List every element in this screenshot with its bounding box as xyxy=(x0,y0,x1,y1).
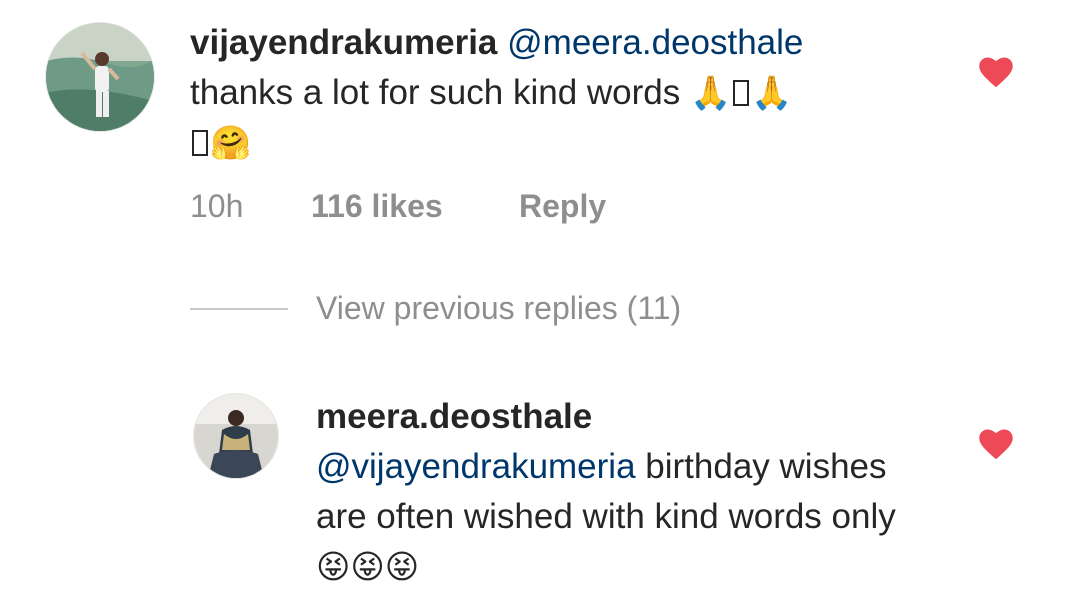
view-previous-replies-link[interactable]: View previous replies (11) xyxy=(316,288,681,328)
comment-text: thanks a lot for such kind words xyxy=(190,73,681,112)
folded-hands-emoji: 🙏 xyxy=(751,74,793,111)
avatar-photo-icon xyxy=(194,394,278,478)
missing-glyph-box xyxy=(192,130,208,156)
reply-mention[interactable]: @vijayendrakumeria xyxy=(316,447,636,486)
heart-icon[interactable] xyxy=(978,56,1014,88)
reply-username[interactable]: meera.deosthale xyxy=(316,397,592,436)
comment-mention[interactable]: @meera.deosthale xyxy=(507,23,803,62)
folded-hands-emoji: 🙏 xyxy=(689,74,732,111)
hugging-face-emoji: 🤗 xyxy=(210,124,252,161)
reply-body: meera.deosthale @vijayendrakumeria birth… xyxy=(316,392,916,592)
reply-button[interactable]: Reply xyxy=(519,186,606,226)
avatar-photo-icon xyxy=(46,23,154,131)
comment-likes-count[interactable]: 116 likes xyxy=(311,186,443,226)
squinting-tongue-emoji: 😝😝😝 xyxy=(316,548,420,585)
comment-timestamp: 10h xyxy=(190,188,244,224)
comment-body: vijayendrakumeria @meera.deosthale thank… xyxy=(190,18,930,168)
comment-username[interactable]: vijayendrakumeria xyxy=(190,23,497,62)
commenter-avatar[interactable] xyxy=(45,22,155,132)
reply-avatar[interactable] xyxy=(193,393,279,479)
heart-icon[interactable] xyxy=(978,428,1014,460)
replies-divider-line xyxy=(190,308,288,310)
missing-glyph-box xyxy=(733,80,750,106)
